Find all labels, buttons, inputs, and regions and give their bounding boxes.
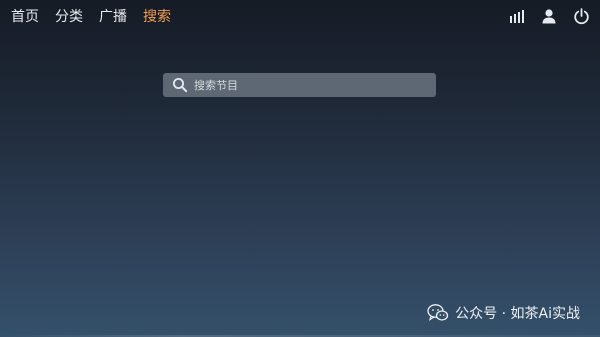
status-icons <box>508 7 590 25</box>
watermark: 公众号 · 如茶Ai实战 <box>427 303 580 323</box>
tab-search[interactable]: 搜索 <box>143 8 171 26</box>
power-icon[interactable] <box>572 7 590 25</box>
tab-category[interactable]: 分类 <box>55 8 83 26</box>
signal-icon <box>508 7 526 25</box>
watermark-text: 公众号 · 如茶Ai实战 <box>455 306 580 322</box>
tab-home[interactable]: 首页 <box>11 8 39 26</box>
search-placeholder: 搜索节目 <box>194 79 238 92</box>
search-icon <box>172 77 188 93</box>
search-input[interactable]: 搜索节目 <box>163 73 436 97</box>
main-nav: 首页 分类 广播 搜索 <box>11 8 171 26</box>
wechat-icon <box>427 303 449 323</box>
user-icon[interactable] <box>540 7 558 25</box>
top-bar: 首页 分类 广播 搜索 <box>0 0 600 34</box>
tab-radio[interactable]: 广播 <box>99 8 127 26</box>
